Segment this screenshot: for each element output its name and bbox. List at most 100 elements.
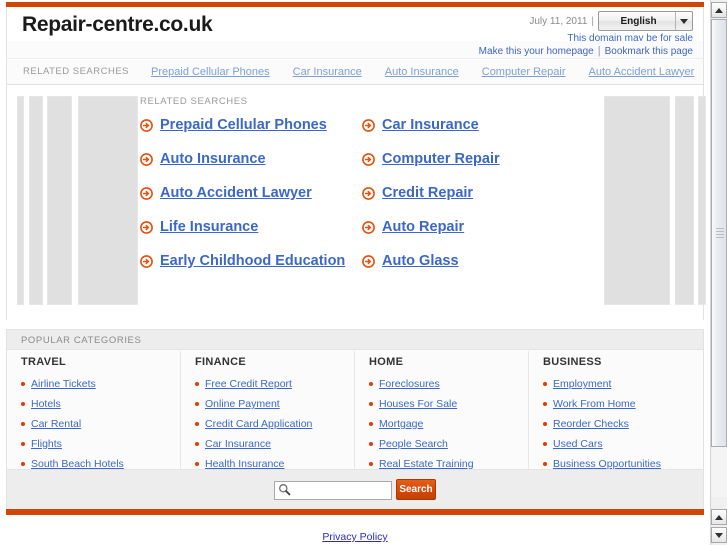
nav-link-2[interactable]: Auto Insurance [385, 66, 459, 78]
category-link[interactable]: Health Insurance [205, 458, 284, 470]
related-search-item[interactable]: Car Insurance [362, 117, 600, 133]
arrow-right-circle-icon [140, 220, 153, 234]
category-link[interactable]: People Search [379, 438, 448, 450]
ad-placeholder-left-2 [29, 96, 43, 305]
popular-categories-columns: TRAVEL Airline Tickets Hotels Car Rental… [7, 351, 703, 470]
category-link[interactable]: Employment [553, 378, 611, 390]
category-column-home: HOME Foreclosures Houses For Sale Mortga… [355, 351, 529, 470]
list-item[interactable]: Reorder Checks [543, 414, 703, 434]
list-item[interactable]: Car Rental [21, 414, 180, 434]
ad-placeholder-left-1 [17, 96, 24, 305]
browser-viewport: Repair-centre.co.uk July 11, 2011 | Engl… [0, 0, 710, 545]
related-search-item[interactable]: Computer Repair [362, 151, 600, 167]
ad-placeholder-right-1 [604, 96, 670, 305]
search-button[interactable]: Search [396, 479, 436, 500]
date-language-row: July 11, 2011 | English [529, 10, 693, 32]
nav-link-4[interactable]: Auto Accident Lawyer [589, 66, 695, 78]
bullet-icon [543, 382, 547, 386]
header-right-cluster: July 11, 2011 | English This domain may … [529, 10, 693, 44]
popular-categories-title: POPULAR CATEGORIES [21, 335, 142, 346]
list-item[interactable]: Credit Card Application [195, 414, 354, 434]
list-item[interactable]: Flights [21, 434, 180, 454]
scroll-up-button-secondary[interactable] [711, 509, 727, 525]
ad-placeholder-left-3 [47, 96, 72, 305]
category-link[interactable]: Car Insurance [205, 438, 271, 450]
site-footer: Privacy Policy [6, 515, 704, 545]
bullet-icon [21, 462, 25, 466]
bullet-icon [369, 402, 373, 406]
vertical-scrollbar[interactable] [710, 0, 727, 545]
category-link[interactable]: Foreclosures [379, 378, 440, 390]
related-search-link-4[interactable]: Auto Accident Lawyer [160, 185, 312, 201]
related-search-item[interactable]: Early Childhood Education [140, 253, 362, 269]
list-item[interactable]: Car Insurance [195, 434, 354, 454]
list-item[interactable]: Online Payment [195, 394, 354, 414]
list-item[interactable]: Free Credit Report [195, 374, 354, 394]
category-link[interactable]: Airline Tickets [31, 378, 96, 390]
related-search-link-1[interactable]: Car Insurance [382, 117, 479, 133]
related-search-item[interactable]: Credit Repair [362, 185, 600, 201]
related-search-link-8[interactable]: Early Childhood Education [160, 253, 345, 269]
related-search-item[interactable]: Prepaid Cellular Phones [140, 117, 362, 133]
related-search-link-2[interactable]: Auto Insurance [160, 151, 266, 167]
bullet-icon [369, 422, 373, 426]
category-list-finance: Free Credit Report Online Payment Credit… [195, 374, 354, 474]
list-item[interactable]: People Search [369, 434, 528, 454]
language-select[interactable]: English [598, 11, 693, 31]
make-homepage-link[interactable]: Make this your homepage [479, 46, 594, 57]
list-item[interactable]: Foreclosures [369, 374, 528, 394]
related-search-item[interactable]: Life Insurance [140, 219, 362, 235]
category-link[interactable]: Mortgage [379, 418, 423, 430]
privacy-policy-link[interactable]: Privacy Policy [322, 531, 387, 543]
nav-link-3[interactable]: Computer Repair [482, 66, 566, 78]
category-link[interactable]: Car Rental [31, 418, 81, 430]
popular-categories-header: POPULAR CATEGORIES [7, 330, 703, 350]
category-heading-travel: TRAVEL [21, 356, 66, 368]
related-search-link-0[interactable]: Prepaid Cellular Phones [160, 117, 327, 133]
category-link[interactable]: Reorder Checks [553, 418, 629, 430]
bullet-icon [21, 402, 25, 406]
list-item[interactable]: Employment [543, 374, 703, 394]
nav-link-0[interactable]: Prepaid Cellular Phones [151, 66, 270, 78]
scrollbar-track[interactable] [711, 19, 727, 497]
category-link[interactable]: Used Cars [553, 438, 603, 450]
ad-placeholder-right-2 [675, 96, 694, 305]
related-search-item[interactable]: Auto Accident Lawyer [140, 185, 362, 201]
list-item[interactable]: Used Cars [543, 434, 703, 454]
search-input[interactable] [274, 480, 392, 500]
related-search-item[interactable]: Auto Insurance [140, 151, 362, 167]
list-item[interactable]: Hotels [21, 394, 180, 414]
bullet-icon [195, 382, 199, 386]
category-link[interactable]: Credit Card Application [205, 418, 312, 430]
ad-placeholder-right-3 [698, 96, 706, 305]
category-link[interactable]: Hotels [31, 398, 61, 410]
related-search-link-7[interactable]: Auto Repair [382, 219, 464, 235]
category-link[interactable]: Houses For Sale [379, 398, 457, 410]
list-item[interactable]: Houses For Sale [369, 394, 528, 414]
related-searches-nav-links: Prepaid Cellular Phones Car Insurance Au… [151, 66, 694, 78]
related-search-link-9[interactable]: Auto Glass [382, 253, 459, 269]
list-item[interactable]: Airline Tickets [21, 374, 180, 394]
scroll-down-button[interactable] [711, 527, 727, 543]
related-search-link-5[interactable]: Credit Repair [382, 185, 473, 201]
category-link[interactable]: Free Credit Report [205, 378, 292, 390]
category-link[interactable]: Real Estate Training [379, 458, 474, 470]
bookmark-page-link[interactable]: Bookmark this page [605, 46, 693, 57]
category-link[interactable]: Business Opportunities [553, 458, 661, 470]
category-link[interactable]: Flights [31, 438, 62, 450]
chevron-down-icon[interactable] [675, 12, 692, 30]
list-item[interactable]: Mortgage [369, 414, 528, 434]
related-searches-nav-label: RELATED SEARCHES [23, 66, 130, 77]
category-link[interactable]: Work From Home [553, 398, 636, 410]
related-search-item[interactable]: Auto Repair [362, 219, 600, 235]
related-search-link-3[interactable]: Computer Repair [382, 151, 500, 167]
category-link[interactable]: South Beach Hotels [31, 458, 124, 470]
related-search-item[interactable]: Auto Glass [362, 253, 600, 269]
scrollbar-thumb[interactable] [711, 19, 727, 447]
related-searches-grid: Prepaid Cellular Phones Car Insurance Au… [140, 117, 600, 269]
category-link[interactable]: Online Payment [205, 398, 280, 410]
nav-link-1[interactable]: Car Insurance [293, 66, 362, 78]
related-search-link-6[interactable]: Life Insurance [160, 219, 258, 235]
scroll-up-button[interactable] [711, 2, 727, 18]
list-item[interactable]: Work From Home [543, 394, 703, 414]
